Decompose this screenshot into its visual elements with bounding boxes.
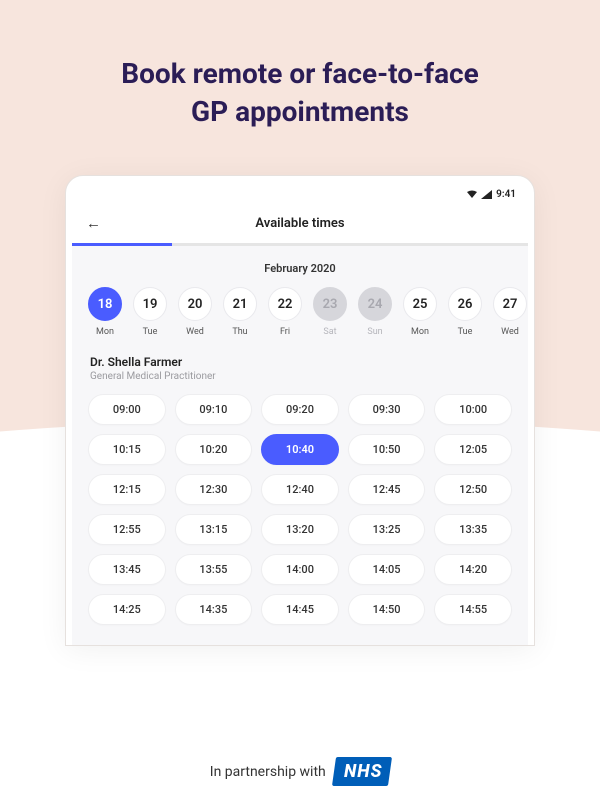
- header-title: Available times: [86, 216, 514, 231]
- time-slot-10-50[interactable]: 10:50: [348, 434, 426, 465]
- promo-title-line2: GP appointments: [191, 95, 409, 128]
- day-cell: 18 Mon: [86, 287, 124, 337]
- day-circle-20[interactable]: 20: [178, 287, 212, 321]
- day-cell: 22 Fri: [266, 287, 304, 337]
- time-slot-10-15[interactable]: 10:15: [88, 434, 166, 465]
- time-slot-13-35[interactable]: 13:35: [434, 514, 512, 545]
- time-slot-12-50[interactable]: 12:50: [434, 474, 512, 505]
- progress-track: [72, 243, 528, 246]
- time-slot-13-45[interactable]: 13:45: [88, 554, 166, 585]
- footer-text: In partnership with: [210, 764, 326, 780]
- time-slot-09-30[interactable]: 09:30: [348, 394, 426, 425]
- footer-text-wrap: In partnership with NHS: [210, 757, 390, 786]
- time-slot-14-20[interactable]: 14:20: [434, 554, 512, 585]
- time-slot-13-15[interactable]: 13:15: [175, 514, 253, 545]
- footer-bar: In partnership with NHS: [0, 743, 600, 800]
- day-cell: 20 Wed: [176, 287, 214, 337]
- day-circle-22[interactable]: 22: [268, 287, 302, 321]
- day-cell: 27 Wed: [491, 287, 528, 337]
- time-slot-13-20[interactable]: 13:20: [261, 514, 339, 545]
- time-slot-14-45[interactable]: 14:45: [261, 594, 339, 625]
- time-slot-12-15[interactable]: 12:15: [88, 474, 166, 505]
- day-cell: 25 Mon: [401, 287, 439, 337]
- day-label: Wed: [491, 327, 528, 337]
- doctor-block: Dr. Shella Farmer General Medical Practi…: [72, 355, 528, 394]
- wifi-icon: [466, 190, 478, 199]
- time-slot-13-55[interactable]: 13:55: [175, 554, 253, 585]
- progress-fill: [72, 243, 172, 246]
- time-slot-14-25[interactable]: 14:25: [88, 594, 166, 625]
- promo-headline: Book remote or face-to-face GP appointme…: [0, 0, 600, 156]
- doctor-role: General Medical Practitioner: [90, 371, 510, 382]
- day-label: Wed: [176, 327, 214, 337]
- day-circle-27[interactable]: 27: [493, 287, 527, 321]
- time-slot-14-55[interactable]: 14:55: [434, 594, 512, 625]
- time-slot-10-00[interactable]: 10:00: [434, 394, 512, 425]
- content-area: February 2020 18Mon19Tue20Wed21Thu22Fri2…: [72, 246, 528, 645]
- day-circle-19[interactable]: 19: [133, 287, 167, 321]
- time-slot-12-45[interactable]: 12:45: [348, 474, 426, 505]
- day-cell: 24 Sun: [356, 287, 394, 337]
- time-slot-09-00[interactable]: 09:00: [88, 394, 166, 425]
- day-circle-18[interactable]: 18: [88, 287, 122, 321]
- time-slot-14-00[interactable]: 14:00: [261, 554, 339, 585]
- day-label: Thu: [221, 327, 259, 337]
- signal-icon: [481, 190, 492, 199]
- day-circle-26[interactable]: 26: [448, 287, 482, 321]
- day-circle-24: 24: [358, 287, 392, 321]
- day-label: Tue: [131, 327, 169, 337]
- time-slot-14-50[interactable]: 14:50: [348, 594, 426, 625]
- day-label: Mon: [86, 327, 124, 337]
- day-circle-25[interactable]: 25: [403, 287, 437, 321]
- day-circle-23: 23: [313, 287, 347, 321]
- time-slot-09-10[interactable]: 09:10: [175, 394, 253, 425]
- day-circle-21[interactable]: 21: [223, 287, 257, 321]
- day-label: Mon: [401, 327, 439, 337]
- time-slot-12-55[interactable]: 12:55: [88, 514, 166, 545]
- status-time: 9:41: [496, 189, 516, 200]
- time-slot-14-05[interactable]: 14:05: [348, 554, 426, 585]
- month-label: February 2020: [72, 246, 528, 287]
- time-slot-12-30[interactable]: 12:30: [175, 474, 253, 505]
- nhs-logo: NHS: [332, 757, 393, 786]
- day-cell: 19 Tue: [131, 287, 169, 337]
- time-slot-09-20[interactable]: 09:20: [261, 394, 339, 425]
- time-slot-12-40[interactable]: 12:40: [261, 474, 339, 505]
- day-label: Fri: [266, 327, 304, 337]
- app-screen: 9:41 ← Available times February 2020 18 M…: [72, 182, 528, 645]
- days-row: 18 Mon 19 Tue 20 Wed 21 Thu 22 Fri 23 Sat 24 Sun 25 Mon…: [72, 287, 528, 355]
- promo-title-line1: Book remote or face-to-face: [121, 57, 479, 90]
- day-cell: 21 Thu: [221, 287, 259, 337]
- status-bar: 9:41: [72, 182, 528, 203]
- slots-grid: 09:00 09:10 09:20 09:30 10:00 10:15 10:20 10:40…: [72, 394, 528, 625]
- time-slot-10-40[interactable]: 10:40: [261, 434, 339, 465]
- time-slot-14-35[interactable]: 14:35: [175, 594, 253, 625]
- time-slot-13-25[interactable]: 13:25: [348, 514, 426, 545]
- day-cell: 23 Sat: [311, 287, 349, 337]
- device-frame: 9:41 ← Available times February 2020 18 M…: [65, 175, 535, 646]
- screen-header: ← Available times: [72, 203, 528, 243]
- day-label: Sat: [311, 327, 349, 337]
- doctor-name: Dr. Shella Farmer: [90, 355, 510, 369]
- time-slot-10-20[interactable]: 10:20: [175, 434, 253, 465]
- day-label: Sun: [356, 327, 394, 337]
- day-label: Tue: [446, 327, 484, 337]
- time-slot-12-05[interactable]: 12:05: [434, 434, 512, 465]
- day-cell: 26 Tue: [446, 287, 484, 337]
- status-icons: [466, 190, 492, 199]
